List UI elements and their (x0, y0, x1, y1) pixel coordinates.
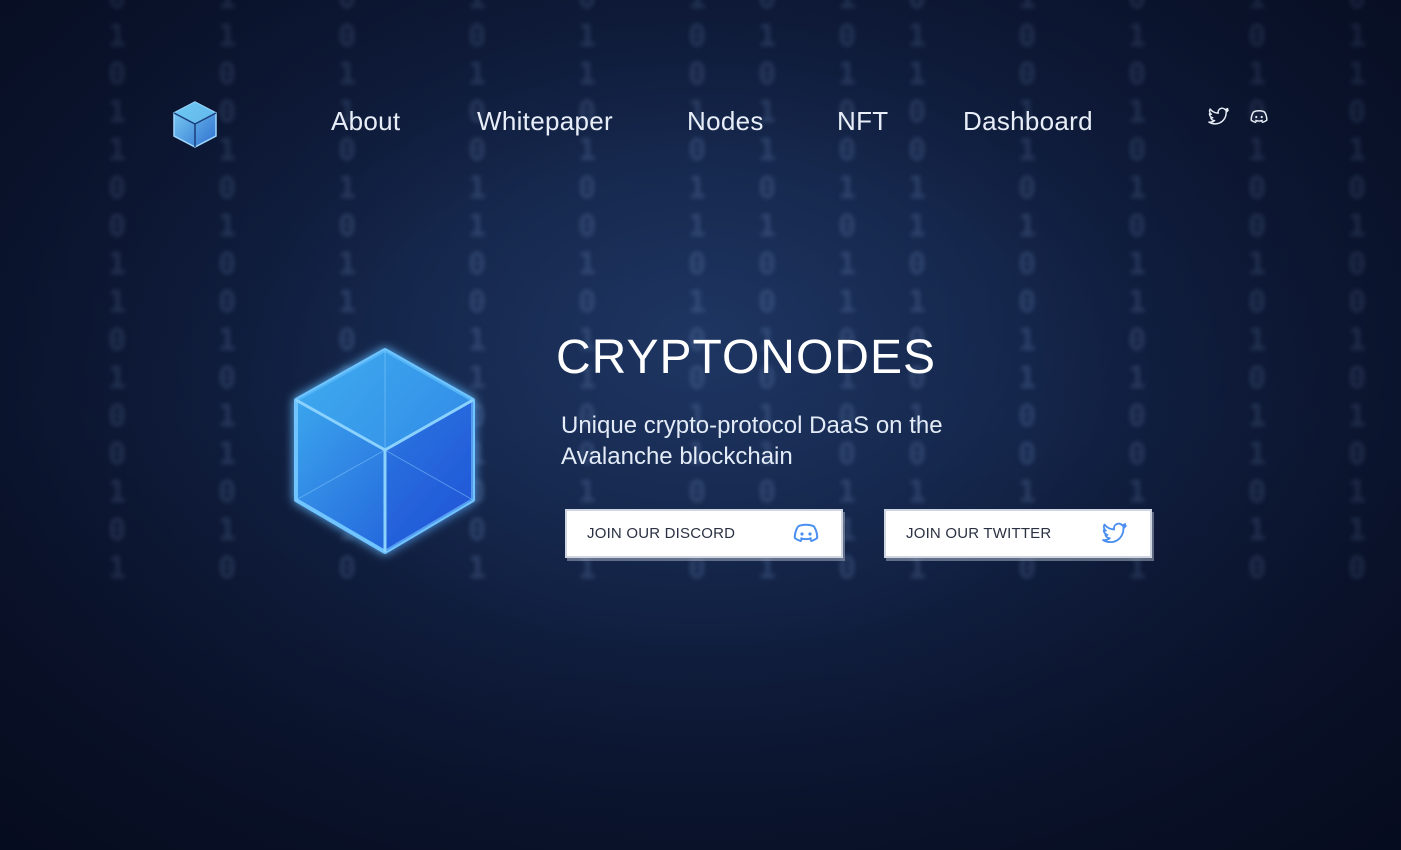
join-discord-button[interactable]: JOIN OUR DISCORD (565, 509, 843, 558)
hero-subtitle: Unique crypto-protocol DaaS on the Avala… (561, 412, 943, 470)
nav-item-nodes[interactable]: Nodes (687, 106, 764, 137)
nav-item-whitepaper[interactable]: Whitepaper (477, 106, 613, 137)
nav-item-nft[interactable]: NFT (837, 106, 888, 137)
twitter-icon (1102, 522, 1127, 543)
hero-title: CRYPTONODES (556, 331, 936, 384)
nav-item-dashboard[interactable]: Dashboard (963, 106, 1093, 137)
discord-icon (793, 523, 819, 542)
twitter-icon[interactable] (1208, 106, 1230, 128)
hero-cube-illustration (280, 340, 490, 565)
nav-item-about[interactable]: About (331, 106, 400, 137)
join-discord-label: JOIN OUR DISCORD (587, 525, 736, 542)
discord-icon[interactable] (1248, 106, 1270, 128)
cube-logo-icon[interactable] (172, 100, 218, 148)
join-twitter-label: JOIN OUR TWITTER (906, 525, 1052, 542)
join-twitter-button[interactable]: JOIN OUR TWITTER (884, 509, 1152, 558)
